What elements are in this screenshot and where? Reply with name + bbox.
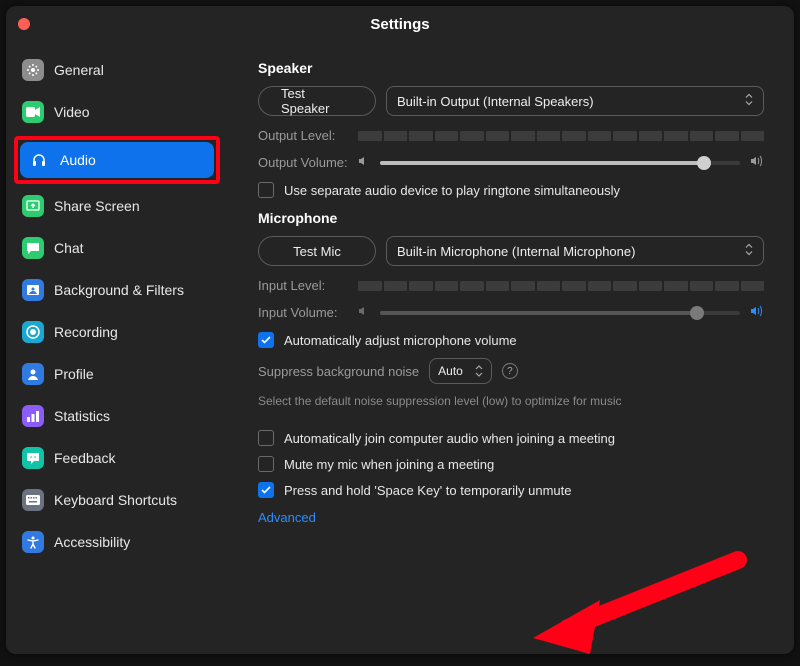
chevron-down-icon	[475, 365, 483, 377]
output-volume-slider[interactable]	[380, 161, 740, 165]
speaker-heading: Speaker	[258, 60, 764, 76]
output-level-meter	[358, 131, 764, 141]
sidebar-item-background-filters[interactable]: Background & Filters	[14, 272, 220, 308]
profile-icon	[22, 363, 44, 385]
window-body: General Video Audio Share Screen Chat Backgro…	[6, 42, 794, 654]
content-pane: Speaker Test Speaker Built-in Output (In…	[228, 42, 794, 654]
suppress-noise-select[interactable]: Auto	[429, 358, 492, 384]
sidebar-item-share-screen[interactable]: Share Screen	[14, 188, 220, 224]
sidebar-item-recording[interactable]: Recording	[14, 314, 220, 350]
input-level-label: Input Level:	[258, 278, 358, 293]
sidebar-item-accessibility[interactable]: Accessibility	[14, 524, 220, 560]
chat-icon	[22, 237, 44, 259]
advanced-link[interactable]: Advanced	[258, 510, 764, 525]
input-volume-slider[interactable]	[380, 311, 740, 315]
volume-high-icon	[750, 155, 764, 170]
output-volume-label: Output Volume:	[258, 155, 358, 170]
gear-icon	[22, 59, 44, 81]
speaker-device-value: Built-in Output (Internal Speakers)	[397, 94, 594, 109]
sidebar-item-profile[interactable]: Profile	[14, 356, 220, 392]
space-unmute-label: Press and hold 'Space Key' to temporaril…	[284, 483, 572, 498]
sidebar-item-chat[interactable]: Chat	[14, 230, 220, 266]
auto-adjust-mic-checkbox[interactable]	[258, 332, 274, 348]
suppress-noise-label: Suppress background noise	[258, 364, 419, 379]
sidebar-item-audio[interactable]: Audio	[20, 142, 214, 178]
input-level-meter	[358, 281, 764, 291]
headphones-icon	[28, 149, 50, 171]
auto-adjust-mic-label: Automatically adjust microphone volume	[284, 333, 517, 348]
sidebar-item-label: Video	[54, 104, 90, 120]
annotation-arrow-icon	[528, 550, 748, 654]
chevron-down-icon	[745, 94, 753, 109]
sidebar-item-label: Statistics	[54, 408, 110, 424]
share-icon	[22, 195, 44, 217]
volume-low-icon	[358, 305, 370, 320]
space-unmute-checkbox[interactable]	[258, 482, 274, 498]
sidebar-item-statistics[interactable]: Statistics	[14, 398, 220, 434]
test-speaker-button[interactable]: Test Speaker	[258, 86, 376, 116]
feedback-icon	[22, 447, 44, 469]
mic-device-select[interactable]: Built-in Microphone (Internal Microphone…	[386, 236, 764, 266]
suppress-noise-value: Auto	[438, 364, 463, 378]
sidebar-item-label: Accessibility	[54, 534, 130, 550]
window-title: Settings	[370, 16, 429, 33]
video-icon	[22, 101, 44, 123]
microphone-heading: Microphone	[258, 210, 764, 226]
record-icon	[22, 321, 44, 343]
mic-device-value: Built-in Microphone (Internal Microphone…	[397, 244, 635, 259]
titlebar: Settings	[6, 6, 794, 42]
suppress-noise-help: Select the default noise suppression lev…	[258, 394, 764, 408]
mute-on-join-label: Mute my mic when joining a meeting	[284, 457, 494, 472]
sidebar-item-video[interactable]: Video	[14, 94, 220, 130]
separate-audio-device-checkbox[interactable]	[258, 182, 274, 198]
chevron-down-icon	[745, 244, 753, 259]
sidebar-item-label: Audio	[60, 152, 96, 168]
sidebar-item-feedback[interactable]: Feedback	[14, 440, 220, 476]
output-level-label: Output Level:	[258, 128, 358, 143]
keyboard-icon	[22, 489, 44, 511]
sidebar-item-label: Profile	[54, 366, 94, 382]
sidebar-item-general[interactable]: General	[14, 52, 220, 88]
speaker-device-select[interactable]: Built-in Output (Internal Speakers)	[386, 86, 764, 116]
sidebar-item-label: Chat	[54, 240, 84, 256]
sidebar-item-label: Recording	[54, 324, 118, 340]
stats-icon	[22, 405, 44, 427]
traffic-lights	[18, 18, 30, 30]
mute-on-join-checkbox[interactable]	[258, 456, 274, 472]
separate-audio-device-label: Use separate audio device to play ringto…	[284, 183, 620, 198]
sidebar-item-label: Background & Filters	[54, 282, 184, 298]
sidebar: General Video Audio Share Screen Chat Backgro…	[6, 42, 228, 654]
volume-high-icon	[750, 305, 764, 320]
settings-window: Settings General Video Audio Share Screen Ch…	[6, 6, 794, 654]
close-window-button[interactable]	[18, 18, 30, 30]
sidebar-item-keyboard-shortcuts[interactable]: Keyboard Shortcuts	[14, 482, 220, 518]
auto-join-audio-checkbox[interactable]	[258, 430, 274, 446]
test-mic-button[interactable]: Test Mic	[258, 236, 376, 266]
highlight-annotation: Audio	[14, 136, 220, 184]
sidebar-item-label: Feedback	[54, 450, 115, 466]
help-icon[interactable]: ?	[502, 363, 518, 379]
background-icon	[22, 279, 44, 301]
accessibility-icon	[22, 531, 44, 553]
auto-join-audio-label: Automatically join computer audio when j…	[284, 431, 615, 446]
sidebar-item-label: General	[54, 62, 104, 78]
input-volume-label: Input Volume:	[258, 305, 358, 320]
volume-low-icon	[358, 155, 370, 170]
sidebar-item-label: Share Screen	[54, 198, 140, 214]
sidebar-item-label: Keyboard Shortcuts	[54, 492, 177, 508]
